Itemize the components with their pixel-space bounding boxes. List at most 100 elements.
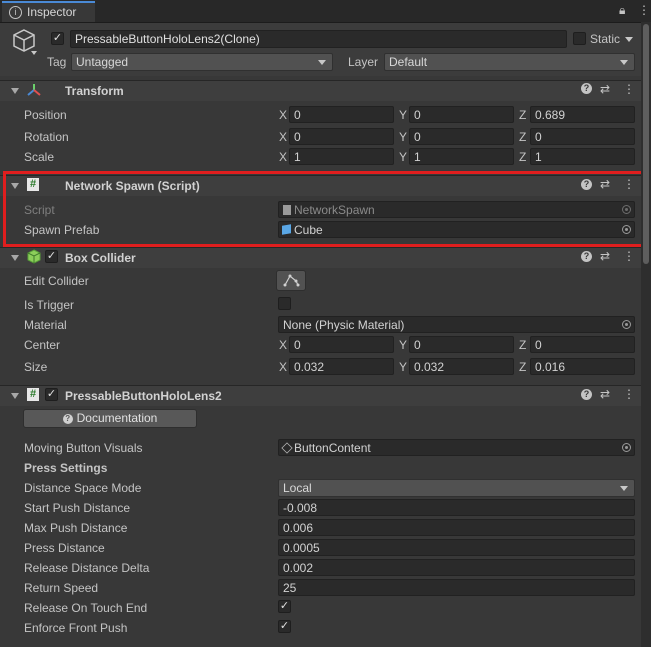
- enforce-front-checkbox[interactable]: ✓: [278, 620, 291, 633]
- axis-y-label[interactable]: Y: [399, 338, 407, 352]
- help-icon: ?: [62, 413, 73, 424]
- is-trigger-checkbox[interactable]: [278, 297, 291, 310]
- component-enabled-checkbox[interactable]: ✓: [45, 250, 58, 263]
- press-distance-field[interactable]: 0.0005: [278, 539, 635, 556]
- script-hash-icon: #: [27, 388, 39, 401]
- rotation-x-field[interactable]: 0: [289, 128, 394, 145]
- return-speed-field[interactable]: 25: [278, 579, 635, 596]
- tag-label: Tag: [47, 55, 67, 69]
- component-enabled-checkbox[interactable]: ✓: [45, 388, 58, 401]
- axis-z-label[interactable]: Z: [519, 130, 526, 144]
- help-icon[interactable]: ?: [581, 251, 592, 262]
- center-x-field[interactable]: 0: [289, 336, 394, 353]
- object-picker-icon[interactable]: [622, 320, 631, 329]
- static-checkbox[interactable]: [573, 32, 586, 45]
- lock-icon[interactable]: 🔒︎: [619, 3, 625, 18]
- foldout-arrow-icon[interactable]: [11, 88, 19, 94]
- distance-space-dropdown[interactable]: Local: [278, 479, 635, 497]
- kebab-menu-icon[interactable]: ⋮: [623, 82, 635, 96]
- position-label: Position: [24, 108, 67, 122]
- presets-icon[interactable]: ⇄: [600, 387, 610, 401]
- edit-collider-button[interactable]: [276, 270, 306, 291]
- foldout-arrow-icon[interactable]: [11, 393, 19, 399]
- size-y-field[interactable]: 0.032: [409, 358, 514, 375]
- static-dropdown-arrow[interactable]: [625, 37, 633, 42]
- help-icon[interactable]: ?: [581, 389, 592, 400]
- axis-x-label[interactable]: X: [279, 150, 287, 164]
- size-z-field[interactable]: 0.016: [530, 358, 635, 375]
- documentation-label: Documentation: [76, 411, 158, 425]
- material-value: None (Physic Material): [283, 318, 405, 332]
- axis-x-label[interactable]: X: [279, 130, 287, 144]
- axis-x-label[interactable]: X: [279, 108, 287, 122]
- axis-z-label[interactable]: Z: [519, 338, 526, 352]
- layer-label: Layer: [348, 55, 379, 69]
- material-field[interactable]: None (Physic Material): [278, 316, 635, 333]
- moving-visuals-label: Moving Button Visuals: [24, 441, 143, 455]
- enforce-front-label: Enforce Front Push: [24, 621, 128, 635]
- axis-z-label[interactable]: Z: [519, 360, 526, 374]
- scale-x-field[interactable]: 1: [289, 148, 394, 165]
- moving-visuals-value: ButtonContent: [294, 441, 371, 455]
- info-icon: i: [9, 6, 22, 19]
- position-z-field[interactable]: 0.689: [530, 106, 635, 123]
- axis-y-label[interactable]: Y: [399, 360, 407, 374]
- max-push-field[interactable]: 0.006: [278, 519, 635, 536]
- axis-y-label[interactable]: Y: [399, 150, 407, 164]
- icon-dropdown-arrow[interactable]: [31, 51, 37, 55]
- foldout-arrow-icon[interactable]: [11, 255, 19, 261]
- center-label: Center: [24, 338, 61, 352]
- tag-dropdown[interactable]: Untagged: [71, 53, 333, 71]
- layer-value: Default: [389, 55, 428, 69]
- kebab-menu-icon[interactable]: ⋮: [623, 387, 635, 401]
- position-y-field[interactable]: 0: [409, 106, 514, 123]
- rotation-y-field[interactable]: 0: [409, 128, 514, 145]
- highlight-box: [3, 171, 646, 247]
- scrollbar-thumb[interactable]: [643, 24, 649, 264]
- pressable-title: PressableButtonHoloLens2: [65, 389, 222, 403]
- transform-icon: [27, 84, 41, 96]
- release-delta-field[interactable]: 0.002: [278, 559, 635, 576]
- axis-z-label[interactable]: Z: [519, 150, 526, 164]
- release-touch-checkbox[interactable]: ✓: [278, 600, 291, 613]
- scale-z-field[interactable]: 1: [530, 148, 635, 165]
- layer-dropdown[interactable]: Default: [384, 53, 635, 71]
- size-x-field[interactable]: 0.032: [289, 358, 394, 375]
- rotation-label: Rotation: [24, 130, 69, 144]
- axis-z-label[interactable]: Z: [519, 108, 526, 122]
- start-push-field[interactable]: -0.008: [278, 499, 635, 516]
- start-push-label: Start Push Distance: [24, 501, 131, 515]
- moving-visuals-field[interactable]: ButtonContent: [278, 439, 635, 456]
- help-icon[interactable]: ?: [581, 83, 592, 94]
- box-collider-title: Box Collider: [65, 251, 136, 265]
- center-z-field[interactable]: 0: [530, 336, 635, 353]
- is-trigger-label: Is Trigger: [24, 298, 75, 312]
- object-name-field[interactable]: PressableButtonHoloLens2(Clone): [70, 30, 567, 48]
- center-y-field[interactable]: 0: [409, 336, 514, 353]
- max-push-label: Max Push Distance: [24, 521, 128, 535]
- edit-bounds-icon: [283, 274, 300, 287]
- axis-y-label[interactable]: Y: [399, 130, 407, 144]
- object-picker-icon[interactable]: [622, 443, 631, 452]
- axis-x-label[interactable]: X: [279, 338, 287, 352]
- kebab-menu-icon[interactable]: ⋮: [638, 3, 650, 17]
- presets-icon[interactable]: ⇄: [600, 249, 610, 263]
- edit-collider-label: Edit Collider: [24, 274, 89, 288]
- size-label: Size: [24, 360, 48, 374]
- rotation-z-field[interactable]: 0: [530, 128, 635, 145]
- distance-space-value: Local: [283, 481, 312, 495]
- axis-y-label[interactable]: Y: [399, 108, 407, 122]
- tab-inspector[interactable]: i Inspector: [2, 1, 95, 22]
- distance-space-label: Distance Space Mode: [24, 481, 142, 495]
- transform-title: Transform: [65, 84, 124, 98]
- documentation-button[interactable]: ? Documentation: [23, 409, 197, 428]
- axis-x-label[interactable]: X: [279, 360, 287, 374]
- scale-y-field[interactable]: 1: [409, 148, 514, 165]
- presets-icon[interactable]: ⇄: [600, 82, 610, 96]
- active-checkbox[interactable]: ✓: [51, 32, 64, 45]
- kebab-menu-icon[interactable]: ⋮: [623, 249, 635, 263]
- position-x-field[interactable]: 0: [289, 106, 394, 123]
- press-settings-heading: Press Settings: [24, 461, 108, 475]
- chevron-down-icon: [620, 486, 628, 491]
- return-speed-label: Return Speed: [24, 581, 99, 595]
